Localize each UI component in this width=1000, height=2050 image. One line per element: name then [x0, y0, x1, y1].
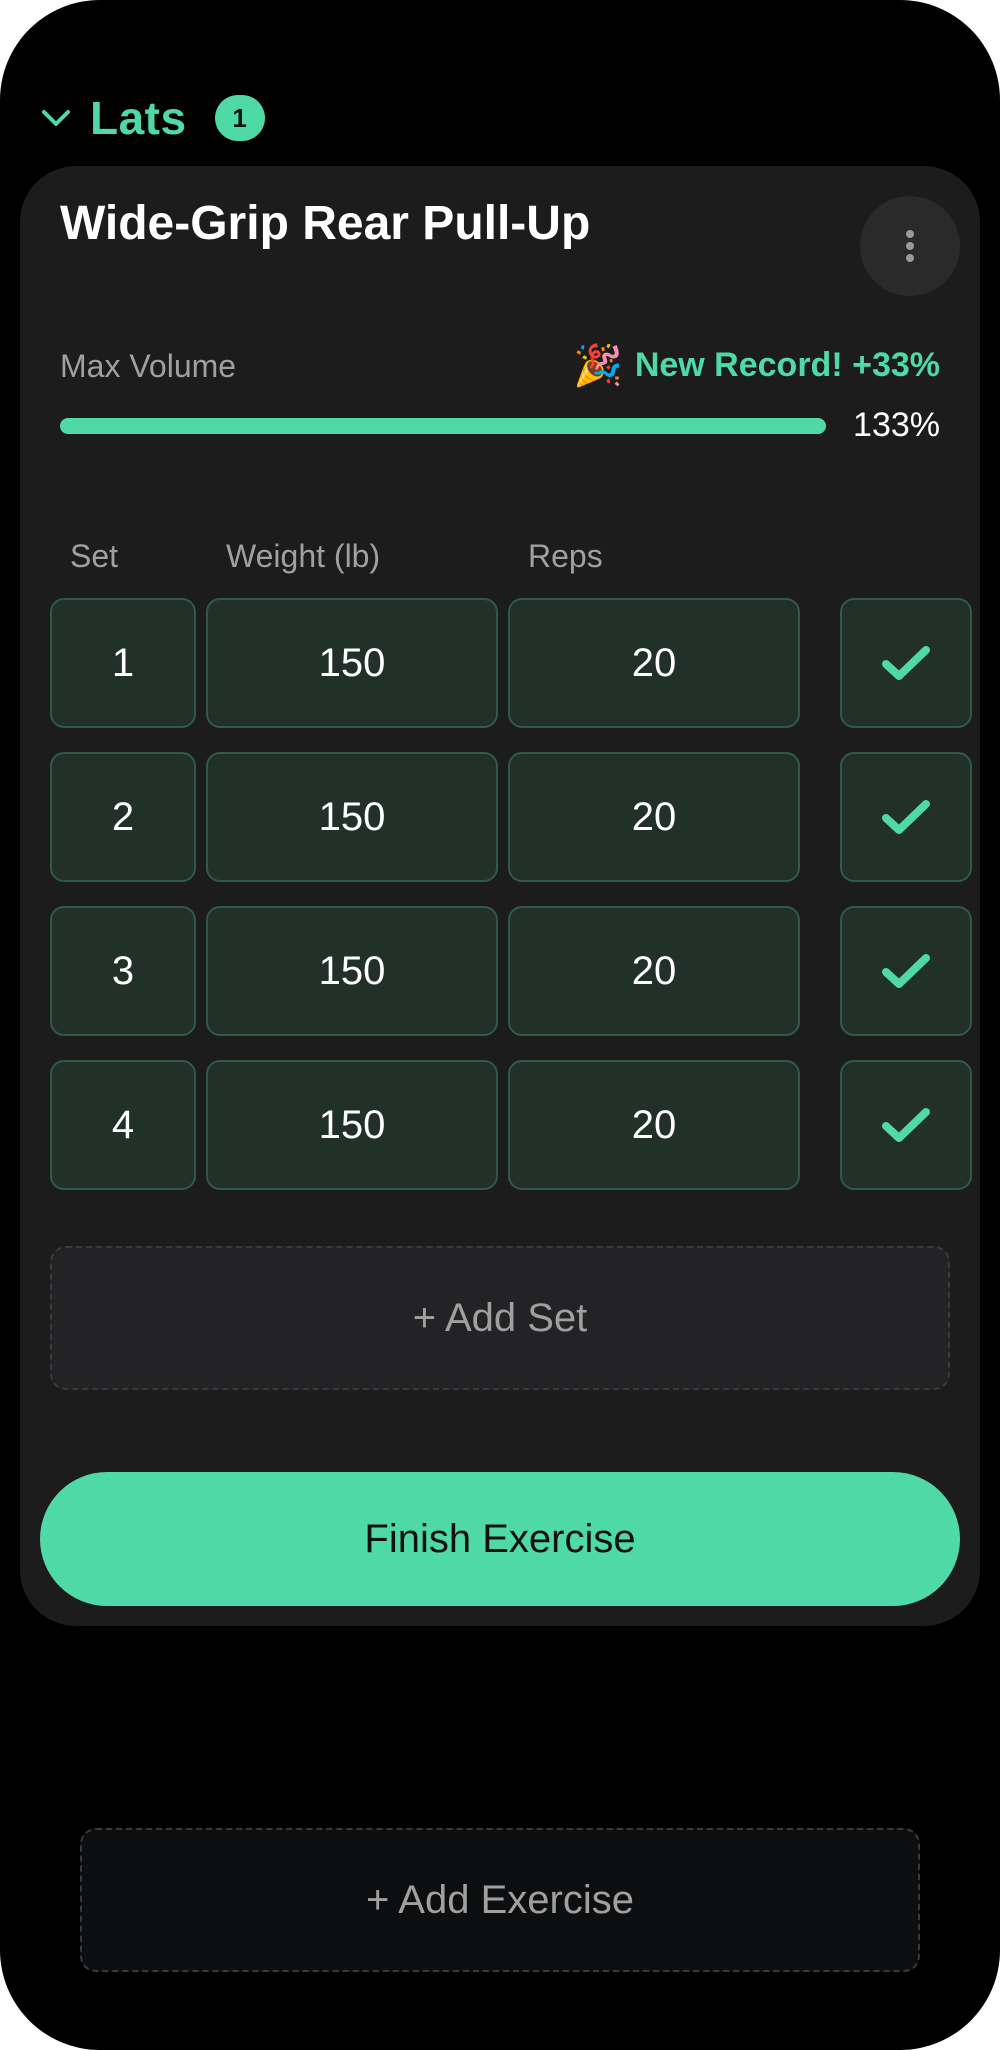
reps-input[interactable]: 20	[508, 752, 800, 882]
set-number-cell: 2	[50, 752, 196, 882]
complete-set-button[interactable]	[840, 752, 972, 882]
exercise-menu-button[interactable]	[860, 196, 960, 296]
volume-progress-percent: 133%	[853, 406, 940, 444]
weight-input[interactable]: 150	[206, 906, 498, 1036]
more-vertical-icon	[906, 230, 914, 262]
record-badge: 🎉 New Record! +33%	[573, 342, 940, 389]
phone-screen: Lats 1 Wide-Grip Rear Pull-Up Max Volume…	[0, 0, 1000, 2050]
complete-set-button[interactable]	[840, 1060, 972, 1190]
set-row: 4 150 20	[50, 1060, 972, 1194]
complete-set-button[interactable]	[840, 906, 972, 1036]
column-header-set: Set	[70, 538, 119, 574]
column-header-weight: Weight (lb)	[226, 538, 381, 574]
exercise-card: Wide-Grip Rear Pull-Up Max Volume 🎉 New …	[20, 166, 980, 1626]
set-row: 3 150 20	[50, 906, 972, 1040]
reps-input[interactable]: 20	[508, 906, 800, 1036]
set-row: 1 150 20	[50, 598, 972, 732]
add-set-button[interactable]: + Add Set	[50, 1246, 950, 1390]
weight-input[interactable]: 150	[206, 752, 498, 882]
check-icon	[882, 800, 930, 834]
group-header[interactable]: Lats 1	[40, 88, 265, 148]
exercise-title: Wide-Grip Rear Pull-Up	[60, 197, 591, 250]
group-title: Lats	[90, 92, 187, 144]
check-icon	[882, 1108, 930, 1142]
set-number-cell: 4	[50, 1060, 196, 1190]
finish-exercise-button[interactable]: Finish Exercise	[40, 1472, 960, 1606]
weight-input[interactable]: 150	[206, 598, 498, 728]
set-number-cell: 1	[50, 598, 196, 728]
column-header-reps: Reps	[528, 538, 603, 574]
chevron-down-icon[interactable]	[40, 102, 72, 134]
complete-set-button[interactable]	[840, 598, 972, 728]
reps-input[interactable]: 20	[508, 598, 800, 728]
check-icon	[882, 646, 930, 680]
volume-progress-bar	[60, 418, 826, 434]
volume-progress-fill	[60, 418, 826, 434]
weight-input[interactable]: 150	[206, 1060, 498, 1190]
set-row: 2 150 20	[50, 752, 972, 886]
volume-label: Max Volume	[60, 348, 237, 384]
add-exercise-button[interactable]: + Add Exercise	[80, 1828, 920, 1972]
reps-input[interactable]: 20	[508, 1060, 800, 1190]
group-count-badge: 1	[214, 95, 265, 141]
check-icon	[882, 954, 930, 988]
party-popper-icon: 🎉	[573, 344, 623, 388]
record-text: New Record! +33%	[634, 346, 940, 384]
set-number-cell: 3	[50, 906, 196, 1036]
